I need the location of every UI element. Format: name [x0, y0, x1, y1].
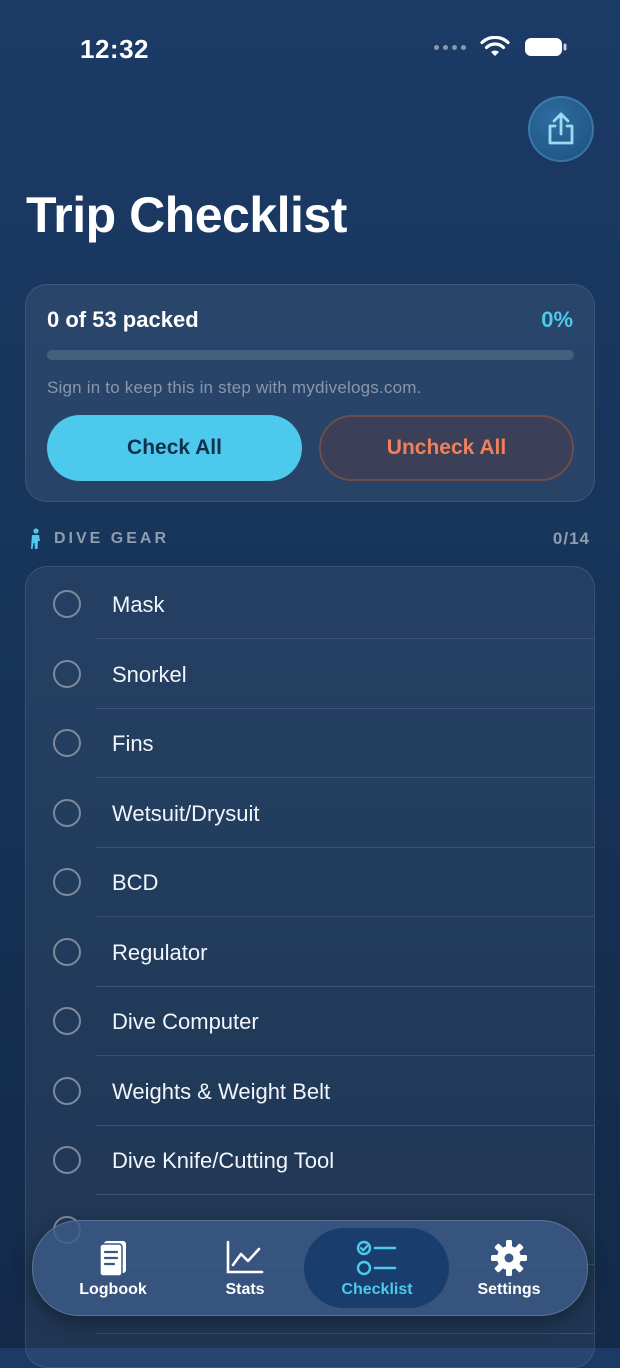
checkbox-circle[interactable]: [53, 729, 81, 757]
list-item[interactable]: Weights & Weight Belt: [26, 1056, 594, 1126]
list-item[interactable]: Snorkel: [26, 639, 594, 709]
item-label: Regulator: [112, 940, 208, 965]
tab-label: Settings: [477, 1281, 541, 1298]
share-icon: [548, 112, 574, 145]
list-item[interactable]: Dive Knife/Cutting Tool: [26, 1125, 594, 1195]
list-item[interactable]: BCD: [26, 847, 594, 917]
list-item[interactable]: Mask: [26, 569, 594, 639]
section-title: DIVE GEAR: [54, 530, 170, 547]
checkbox-circle[interactable]: [53, 1077, 81, 1105]
section-count: 0/14: [552, 529, 590, 548]
item-label: Weights & Weight Belt: [112, 1079, 331, 1104]
tab-checklist[interactable]: Checklist: [312, 1221, 442, 1315]
checkbox-circle[interactable]: [53, 868, 81, 896]
checkbox-circle[interactable]: [53, 590, 81, 618]
gear-icon: [491, 1240, 527, 1276]
tab-logbook[interactable]: Logbook: [48, 1221, 178, 1315]
tab-label: Stats: [225, 1281, 265, 1298]
checkbox-circle[interactable]: [53, 799, 81, 827]
item-label: Dive Knife/Cutting Tool: [112, 1148, 335, 1173]
tab-settings[interactable]: Settings: [444, 1221, 574, 1315]
tab-stats[interactable]: Stats: [180, 1221, 310, 1315]
checklist-icon: [356, 1240, 397, 1276]
checkbox-circle[interactable]: [53, 938, 81, 966]
stats-icon: [226, 1240, 264, 1274]
status-icons: [434, 36, 568, 58]
section-header-dive-gear: DIVE GEAR 0/14: [28, 528, 592, 552]
item-label: Wetsuit/Drysuit: [112, 801, 260, 826]
item-label: Snorkel: [112, 662, 187, 687]
row-divider: [96, 1333, 594, 1334]
status-bar: 12:32: [0, 0, 620, 100]
checkbox-circle[interactable]: [53, 660, 81, 688]
sync-note: Sign in to keep this in step with mydive…: [47, 378, 422, 397]
list-item[interactable]: Regulator: [26, 917, 594, 987]
battery-icon: [525, 38, 567, 56]
packing-summary-card: 0 of 53 packed 0% Sign in to keep this i…: [25, 284, 595, 502]
check-all-button[interactable]: Check All: [47, 415, 302, 481]
logbook-icon: [99, 1241, 126, 1277]
list-item[interactable]: Wetsuit/Drysuit: [26, 778, 594, 848]
status-time: 12:32: [80, 34, 149, 64]
item-label: BCD: [112, 870, 159, 895]
uncheck-all-button[interactable]: Uncheck All: [319, 415, 574, 481]
packed-percent: 0%: [541, 307, 573, 332]
checkbox-circle[interactable]: [53, 1146, 81, 1174]
packing-progress-bar: [47, 350, 574, 360]
wifi-icon: [480, 36, 510, 56]
share-button[interactable]: [528, 96, 594, 162]
checkbox-circle[interactable]: [53, 1007, 81, 1035]
page-title: Trip Checklist: [26, 187, 347, 243]
item-label: Dive Computer: [112, 1009, 259, 1034]
item-label: Fins: [112, 731, 154, 756]
tab-label: Checklist: [341, 1281, 413, 1298]
item-label: Mask: [112, 592, 165, 617]
packed-count: 0 of 53 packed: [47, 307, 199, 332]
signal-dots-icon: [434, 44, 466, 50]
tab-label: Logbook: [79, 1281, 147, 1298]
diver-icon: [31, 528, 40, 549]
tab-bar: Logbook Stats Checklist Settings: [32, 1220, 588, 1316]
list-item[interactable]: Fins: [26, 708, 594, 778]
list-item[interactable]: Dive Computer: [26, 986, 594, 1056]
